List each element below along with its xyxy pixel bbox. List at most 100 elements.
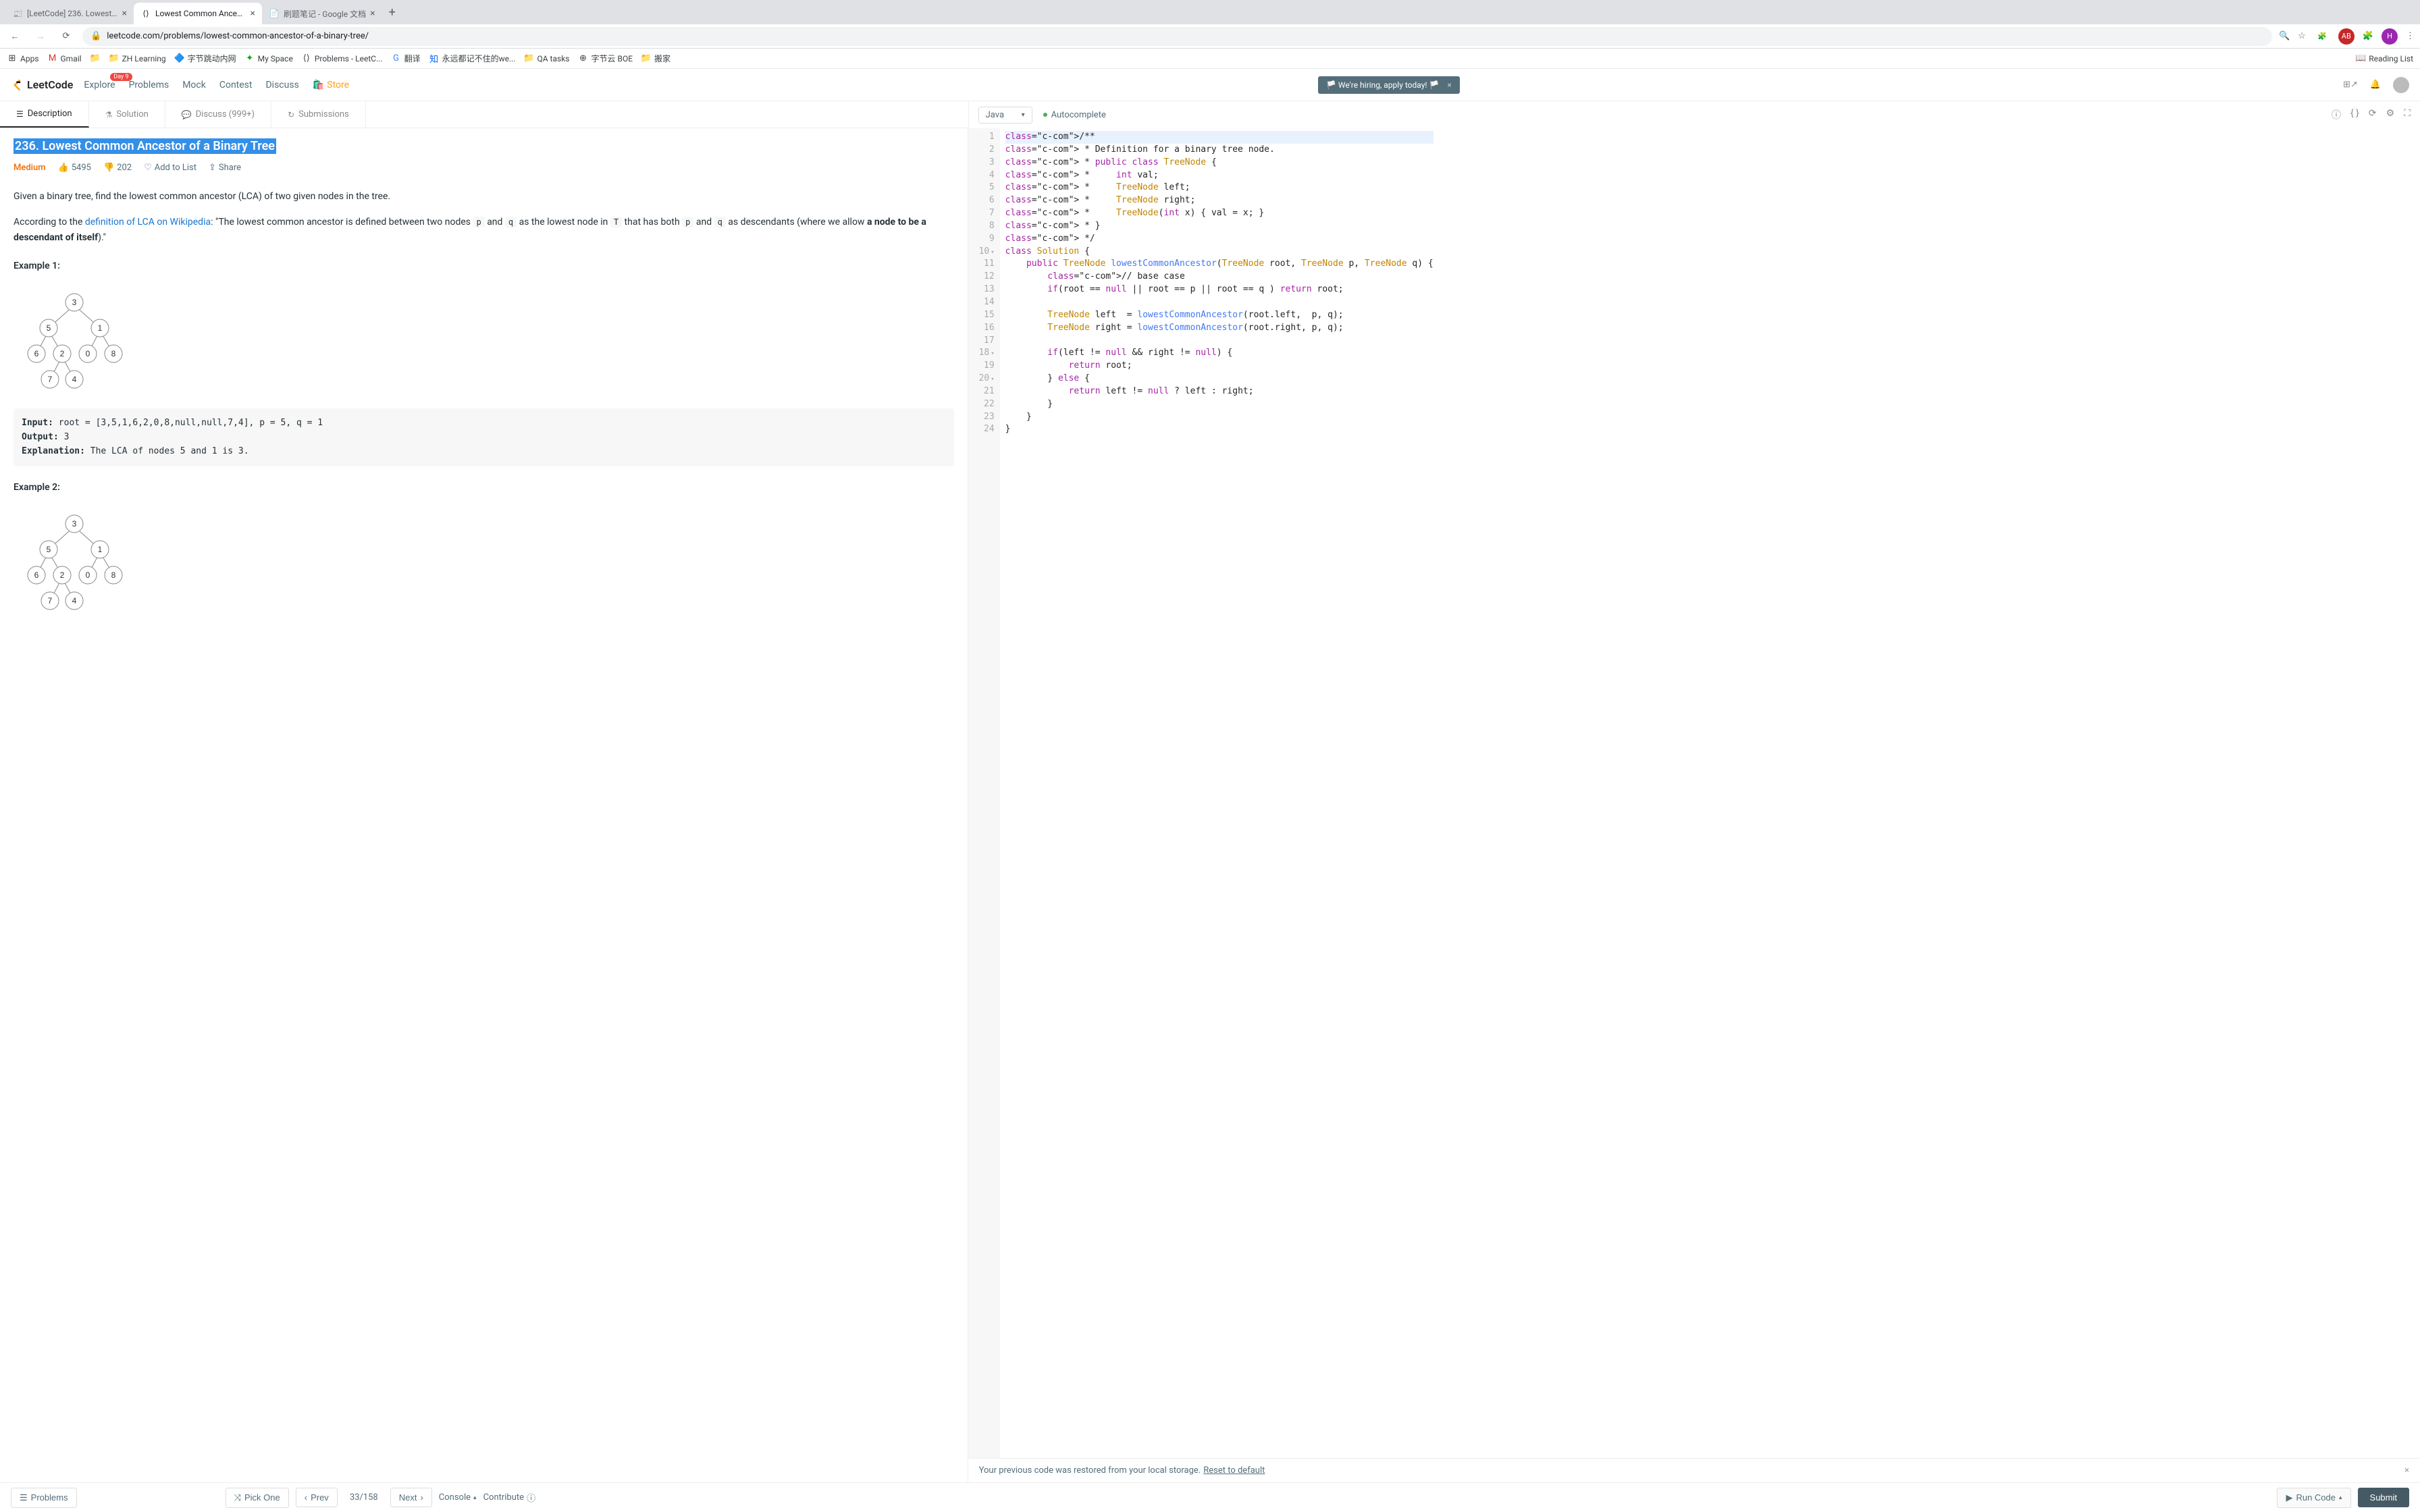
nav-mock[interactable]: Mock <box>182 80 206 90</box>
settings-icon[interactable]: ⚙ <box>2386 108 2395 122</box>
close-icon[interactable]: × <box>370 8 375 19</box>
bookmark-zhihu[interactable]: 知永远都记不住的we... <box>429 53 516 64</box>
address-bar: ← → ⟳ 🔒 leetcode.com/problems/lowest-com… <box>0 24 2420 49</box>
comment-icon: 💬 <box>182 110 192 119</box>
playground-icon[interactable]: ⊞↗ <box>2343 80 2358 90</box>
line-gutter: 12345678910▾1112131415161718▾1920▾212223… <box>968 128 1000 1482</box>
bell-icon[interactable]: 🔔 <box>2370 80 2381 90</box>
braces-icon[interactable]: { } <box>2350 108 2359 122</box>
tab-discuss[interactable]: 💬Discuss (999+) <box>165 101 271 128</box>
example2-title: Example 2: <box>14 480 954 495</box>
tab-submissions[interactable]: ↻Submissions <box>271 101 366 128</box>
favorite-button[interactable]: ♡Add to List <box>144 163 196 173</box>
nav-problems[interactable]: Problems <box>129 80 169 90</box>
user-avatar[interactable] <box>2393 77 2409 93</box>
reload-button[interactable]: ⟳ <box>57 27 76 46</box>
example1-tree: 351620874 <box>14 289 135 397</box>
restore-notice: Your previous code was restored from you… <box>968 1458 2420 1482</box>
bookmark-folder[interactable]: 📁 <box>90 53 101 64</box>
svg-text:3: 3 <box>72 298 77 307</box>
hiring-banner[interactable]: 🏳️ We're hiring, apply today! 🏳️ × <box>1318 76 1460 94</box>
extension-icon[interactable]: 🧩 <box>2314 28 2330 45</box>
problems-button[interactable]: ☰Problems <box>11 1488 77 1508</box>
adblock-icon[interactable]: AB <box>2338 28 2355 45</box>
wiki-link[interactable]: definition of LCA on Wikipedia <box>85 217 211 227</box>
autocomplete-toggle[interactable]: Autocomplete <box>1043 110 1106 120</box>
problem-intro: Given a binary tree, find the lowest com… <box>14 189 954 204</box>
svg-text:2: 2 <box>60 349 65 358</box>
logo-icon <box>11 78 24 92</box>
close-icon[interactable]: × <box>122 8 127 19</box>
play-icon: ▶ <box>2286 1492 2292 1503</box>
share-icon: ⇪ <box>209 163 216 173</box>
svg-text:0: 0 <box>86 349 90 358</box>
browser-tab-2[interactable]: 📄 刷题笔记 - Google 文档 × <box>262 3 382 24</box>
extensions-icon[interactable]: 🧩 <box>2363 31 2373 41</box>
page-counter: 33/158 <box>344 1492 384 1503</box>
contribute-link[interactable]: Contributeⓘ <box>483 1491 536 1504</box>
console-toggle[interactable]: Console▴ <box>439 1492 477 1503</box>
example1-title: Example 1: <box>14 259 954 273</box>
back-button[interactable]: ← <box>5 27 24 46</box>
reset-link[interactable]: Reset to default <box>1203 1465 1265 1476</box>
forward-button[interactable]: → <box>31 27 50 46</box>
dislike-button[interactable]: 👎202 <box>103 163 132 173</box>
svg-text:1: 1 <box>98 323 103 333</box>
prev-button[interactable]: ‹Prev <box>296 1488 338 1507</box>
heart-icon: ♡ <box>144 163 152 173</box>
bookmark-gmail[interactable]: MGmail <box>47 53 82 64</box>
bookmark-myspace[interactable]: ✦My Space <box>244 53 293 64</box>
bookmark-move[interactable]: 📁搬家 <box>641 53 670 64</box>
svg-text:7: 7 <box>48 596 53 605</box>
nav-store[interactable]: 🛍️Store <box>313 80 349 90</box>
svg-text:8: 8 <box>111 349 116 358</box>
profile-avatar[interactable]: H <box>2382 28 2398 45</box>
nav-explore[interactable]: ExploreDay 9 <box>84 80 115 90</box>
svg-text:4: 4 <box>72 596 77 605</box>
code-content[interactable]: class="c-com">/**class="c-com"> * Defini… <box>1000 128 1439 1482</box>
tab-description[interactable]: ☰Description <box>0 101 89 128</box>
bookmark-leetcode[interactable]: ⟨⟩Problems - LeetC... <box>301 53 383 64</box>
tab-solution[interactable]: ⚗Solution <box>89 101 165 128</box>
info-icon[interactable]: ⓘ <box>2332 108 2341 122</box>
bookmark-zh[interactable]: 📁ZH Learning <box>109 53 166 64</box>
favicon-icon: 📄 <box>269 8 280 19</box>
search-icon[interactable]: 🔍 <box>2279 31 2290 41</box>
reading-list[interactable]: 📖Reading List <box>2355 53 2413 64</box>
history-icon: ↻ <box>288 110 294 119</box>
restore-text: Your previous code was restored from you… <box>979 1465 1201 1476</box>
svg-text:1: 1 <box>98 545 103 554</box>
fullscreen-icon[interactable]: ⛶ <box>2404 108 2411 122</box>
star-icon[interactable]: ☆ <box>2298 31 2306 41</box>
browser-tab-strip: 📰 [LeetCode] 236. Lowest Comm × ⟨⟩ Lowes… <box>0 0 2420 24</box>
browser-tab-1[interactable]: ⟨⟩ Lowest Common Ancestor of a × <box>134 3 262 24</box>
bookmark-boe[interactable]: ⊕字节云 BOE <box>577 53 633 64</box>
submit-button[interactable]: Submit <box>2358 1488 2409 1507</box>
share-button[interactable]: ⇪Share <box>209 163 241 173</box>
bookmark-bytedance[interactable]: 🔷字节跳动内网 <box>174 53 236 64</box>
nav-contest[interactable]: Contest <box>219 80 253 90</box>
lock-icon: 🔒 <box>90 31 101 41</box>
language-select[interactable]: Java▾ <box>978 107 1032 124</box>
close-icon[interactable]: × <box>2404 1465 2409 1476</box>
code-editor[interactable]: 12345678910▾1112131415161718▾1920▾212223… <box>968 128 2420 1482</box>
browser-tab-0[interactable]: 📰 [LeetCode] 236. Lowest Comm × <box>5 3 134 24</box>
nav-discuss[interactable]: Discuss <box>265 80 298 90</box>
url-input[interactable]: 🔒 leetcode.com/problems/lowest-common-an… <box>82 27 2272 46</box>
bookmark-translate[interactable]: G翻译 <box>391 53 421 64</box>
new-tab-button[interactable]: + <box>382 5 402 20</box>
bookmark-qa[interactable]: 📁QA tasks <box>524 53 570 64</box>
leetcode-logo[interactable]: LeetCode <box>11 78 73 92</box>
close-icon[interactable]: × <box>1447 80 1451 90</box>
run-code-button[interactable]: ▶Run Code▴ <box>2277 1488 2350 1508</box>
bookmark-apps[interactable]: ⊞Apps <box>7 53 39 64</box>
refresh-icon[interactable]: ⟳ <box>2369 108 2377 122</box>
close-icon[interactable]: × <box>251 8 255 19</box>
like-button[interactable]: 👍5495 <box>58 163 91 173</box>
url-text: leetcode.com/problems/lowest-common-ance… <box>107 31 369 41</box>
editor-panel: 12345678910▾1112131415161718▾1920▾212223… <box>968 128 2420 1482</box>
next-button[interactable]: Next› <box>390 1488 432 1507</box>
pick-one-button[interactable]: ⤨Pick One <box>226 1488 289 1508</box>
thumb-up-icon: 👍 <box>58 163 69 173</box>
menu-icon[interactable]: ⋮ <box>2406 31 2415 41</box>
